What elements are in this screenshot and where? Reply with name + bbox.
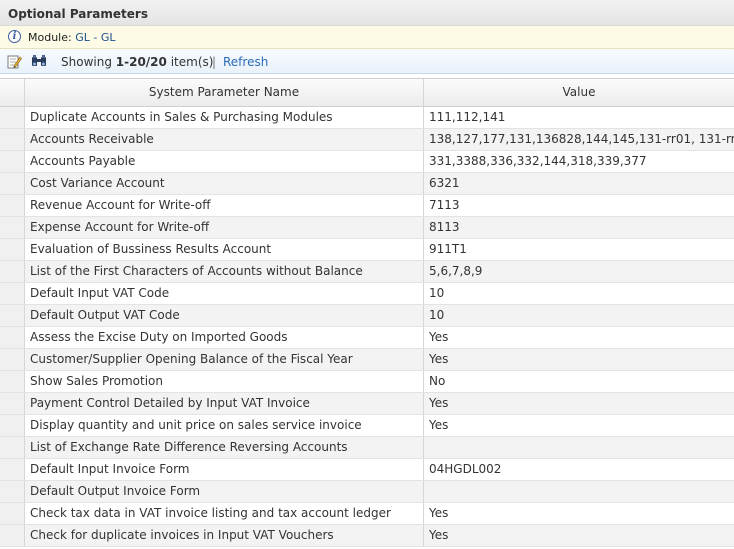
row-selector[interactable] <box>0 525 25 546</box>
row-selector[interactable] <box>0 437 25 458</box>
row-selector[interactable] <box>0 151 25 172</box>
item-count: Showing 1-20/20 item(s) <box>61 55 214 69</box>
row-selector[interactable] <box>0 327 25 348</box>
row-selector[interactable] <box>0 305 25 326</box>
parameter-name-cell: Check for duplicate invoices in Input VA… <box>25 525 424 546</box>
find-icon[interactable] <box>31 54 46 69</box>
table-row[interactable]: Accounts Payable 331,3388,336,332,144,318… <box>0 151 734 173</box>
parameter-name-cell: Duplicate Accounts in Sales & Purchasing… <box>25 107 424 128</box>
toolbar: Showing 1-20/20 item(s) | Refresh <box>0 49 734 74</box>
parameter-value-cell: 10 <box>429 308 445 322</box>
table-row[interactable]: Check for duplicate invoices in Input VA… <box>0 525 734 547</box>
module-value: GL - GL <box>75 31 116 44</box>
row-selector[interactable] <box>0 371 25 392</box>
table-row[interactable]: Assess the Excise Duty on Imported Goods… <box>0 327 734 349</box>
parameter-name-cell: Customer/Supplier Opening Balance of the… <box>25 349 424 370</box>
parameter-name-cell: Payment Control Detailed by Input VAT In… <box>25 393 424 414</box>
parameter-value-cell: 331,3388,336,332,144,318,339,377 <box>429 154 647 168</box>
table-row[interactable]: Default Output VAT Code 10 <box>0 305 734 327</box>
parameter-value-cell <box>424 437 734 458</box>
toolbar-separator: | <box>212 55 217 69</box>
parameter-name-cell: Assess the Excise Duty on Imported Goods <box>25 327 424 348</box>
refresh-link[interactable]: Refresh <box>223 55 268 69</box>
header-selector <box>0 79 25 106</box>
parameter-value-cell: 111,112,141 <box>429 110 506 124</box>
parameter-value-cell: 6321 <box>429 176 460 190</box>
parameter-name-cell: Revenue Account for Write-off <box>25 195 424 216</box>
parameter-name-cell: Default Output Invoice Form <box>25 481 424 502</box>
module-label: Module: <box>28 31 72 44</box>
table-row[interactable]: Check tax data in VAT invoice listing an… <box>0 503 734 525</box>
panel-title: Optional Parameters <box>8 7 148 21</box>
table-row[interactable]: Evaluation of Bussiness Results Account 9… <box>0 239 734 261</box>
parameters-table: System Parameter Name Value Duplicate Ac… <box>0 78 734 549</box>
parameter-value-cell: No <box>429 374 446 388</box>
row-selector[interactable] <box>0 349 25 370</box>
row-selector[interactable] <box>0 415 25 436</box>
parameter-name-cell: Cost Variance Account <box>25 173 424 194</box>
table-row[interactable]: Payment Control Detailed by Input VAT In… <box>0 393 734 415</box>
parameter-value-cell: 138,127,177,131,136828,144,145,131-rr01,… <box>429 132 734 146</box>
edit-icon[interactable] <box>7 54 22 69</box>
parameter-name-cell: Default Input VAT Code <box>25 283 424 304</box>
table-row[interactable]: Customer/Supplier Opening Balance of the… <box>0 349 734 371</box>
table-row[interactable]: Cost Variance Account 6321 <box>0 173 734 195</box>
module-bar: i Module: GL - GL <box>0 26 734 49</box>
parameter-name-cell: List of the First Characters of Accounts… <box>25 261 424 282</box>
row-selector[interactable] <box>0 481 25 502</box>
row-selector[interactable] <box>0 195 25 216</box>
panel-header: Optional Parameters <box>0 0 734 26</box>
parameter-value-cell: Yes <box>429 506 449 520</box>
table-row[interactable]: Show Sales Promotion No <box>0 371 734 393</box>
row-selector[interactable] <box>0 107 25 128</box>
parameter-value-cell: 8113 <box>429 220 460 234</box>
parameter-name-cell: Default Output VAT Code <box>25 305 424 326</box>
parameter-value-cell: 10 <box>429 286 445 300</box>
table-row[interactable]: List of Exchange Rate Difference Reversi… <box>0 437 734 459</box>
row-selector[interactable] <box>0 173 25 194</box>
table-row[interactable]: Default Input Invoice Form 04HGDL002 <box>0 459 734 481</box>
parameter-name-cell: Display quantity and unit price on sales… <box>25 415 424 436</box>
table-row[interactable]: Default Input VAT Code 10 <box>0 283 734 305</box>
parameter-name-cell: Check tax data in VAT invoice listing an… <box>25 503 424 524</box>
parameter-name-cell: Evaluation of Bussiness Results Account <box>25 239 424 260</box>
row-selector[interactable] <box>0 217 25 238</box>
row-selector[interactable] <box>0 393 25 414</box>
table-row[interactable]: Revenue Account for Write-off 7113 <box>0 195 734 217</box>
parameter-value-cell: 911T1 <box>429 242 467 256</box>
parameter-value-cell <box>424 481 734 502</box>
table-row[interactable]: Duplicate Accounts in Sales & Purchasing… <box>0 107 734 129</box>
parameter-value-cell: 04HGDL002 <box>429 462 502 476</box>
row-selector[interactable] <box>0 459 25 480</box>
parameter-name-cell: Expense Account for Write-off <box>25 217 424 238</box>
column-header-value[interactable]: Value <box>424 79 734 106</box>
item-range: 1-20/20 <box>115 55 167 69</box>
parameter-value-cell: Yes <box>429 352 449 366</box>
column-header-parameter-name[interactable]: System Parameter Name <box>25 79 424 106</box>
table-row[interactable]: List of the First Characters of Accounts… <box>0 261 734 283</box>
parameter-name-cell: Show Sales Promotion <box>25 371 424 392</box>
table-row[interactable]: Display quantity and unit price on sales… <box>0 415 734 437</box>
parameter-name-cell: Default Input Invoice Form <box>25 459 424 480</box>
parameter-name-cell: Accounts Receivable <box>25 129 424 150</box>
table-row[interactable]: Accounts Receivable 138,127,177,131,13682… <box>0 129 734 151</box>
parameter-name-cell: List of Exchange Rate Difference Reversi… <box>25 437 424 458</box>
info-icon: i <box>8 30 21 43</box>
row-selector[interactable] <box>0 503 25 524</box>
module-info: Module: GL - GL <box>28 31 116 44</box>
parameter-name-cell: Accounts Payable <box>25 151 424 172</box>
parameter-value-cell: Yes <box>429 528 449 542</box>
table-header: System Parameter Name Value <box>0 79 734 107</box>
table-row[interactable]: Expense Account for Write-off 8113 <box>0 217 734 239</box>
parameter-value-cell: 5,6,7,8,9 <box>429 264 483 278</box>
row-selector[interactable] <box>0 239 25 260</box>
parameter-value-cell: Yes <box>429 418 449 432</box>
row-selector[interactable] <box>0 261 25 282</box>
row-selector[interactable] <box>0 129 25 150</box>
parameter-value-cell: 7113 <box>429 198 460 212</box>
row-selector[interactable] <box>0 283 25 304</box>
table-row[interactable]: Default Output Invoice Form <box>0 481 734 503</box>
parameter-value-cell: Yes <box>429 396 449 410</box>
parameter-value-cell: Yes <box>429 330 449 344</box>
